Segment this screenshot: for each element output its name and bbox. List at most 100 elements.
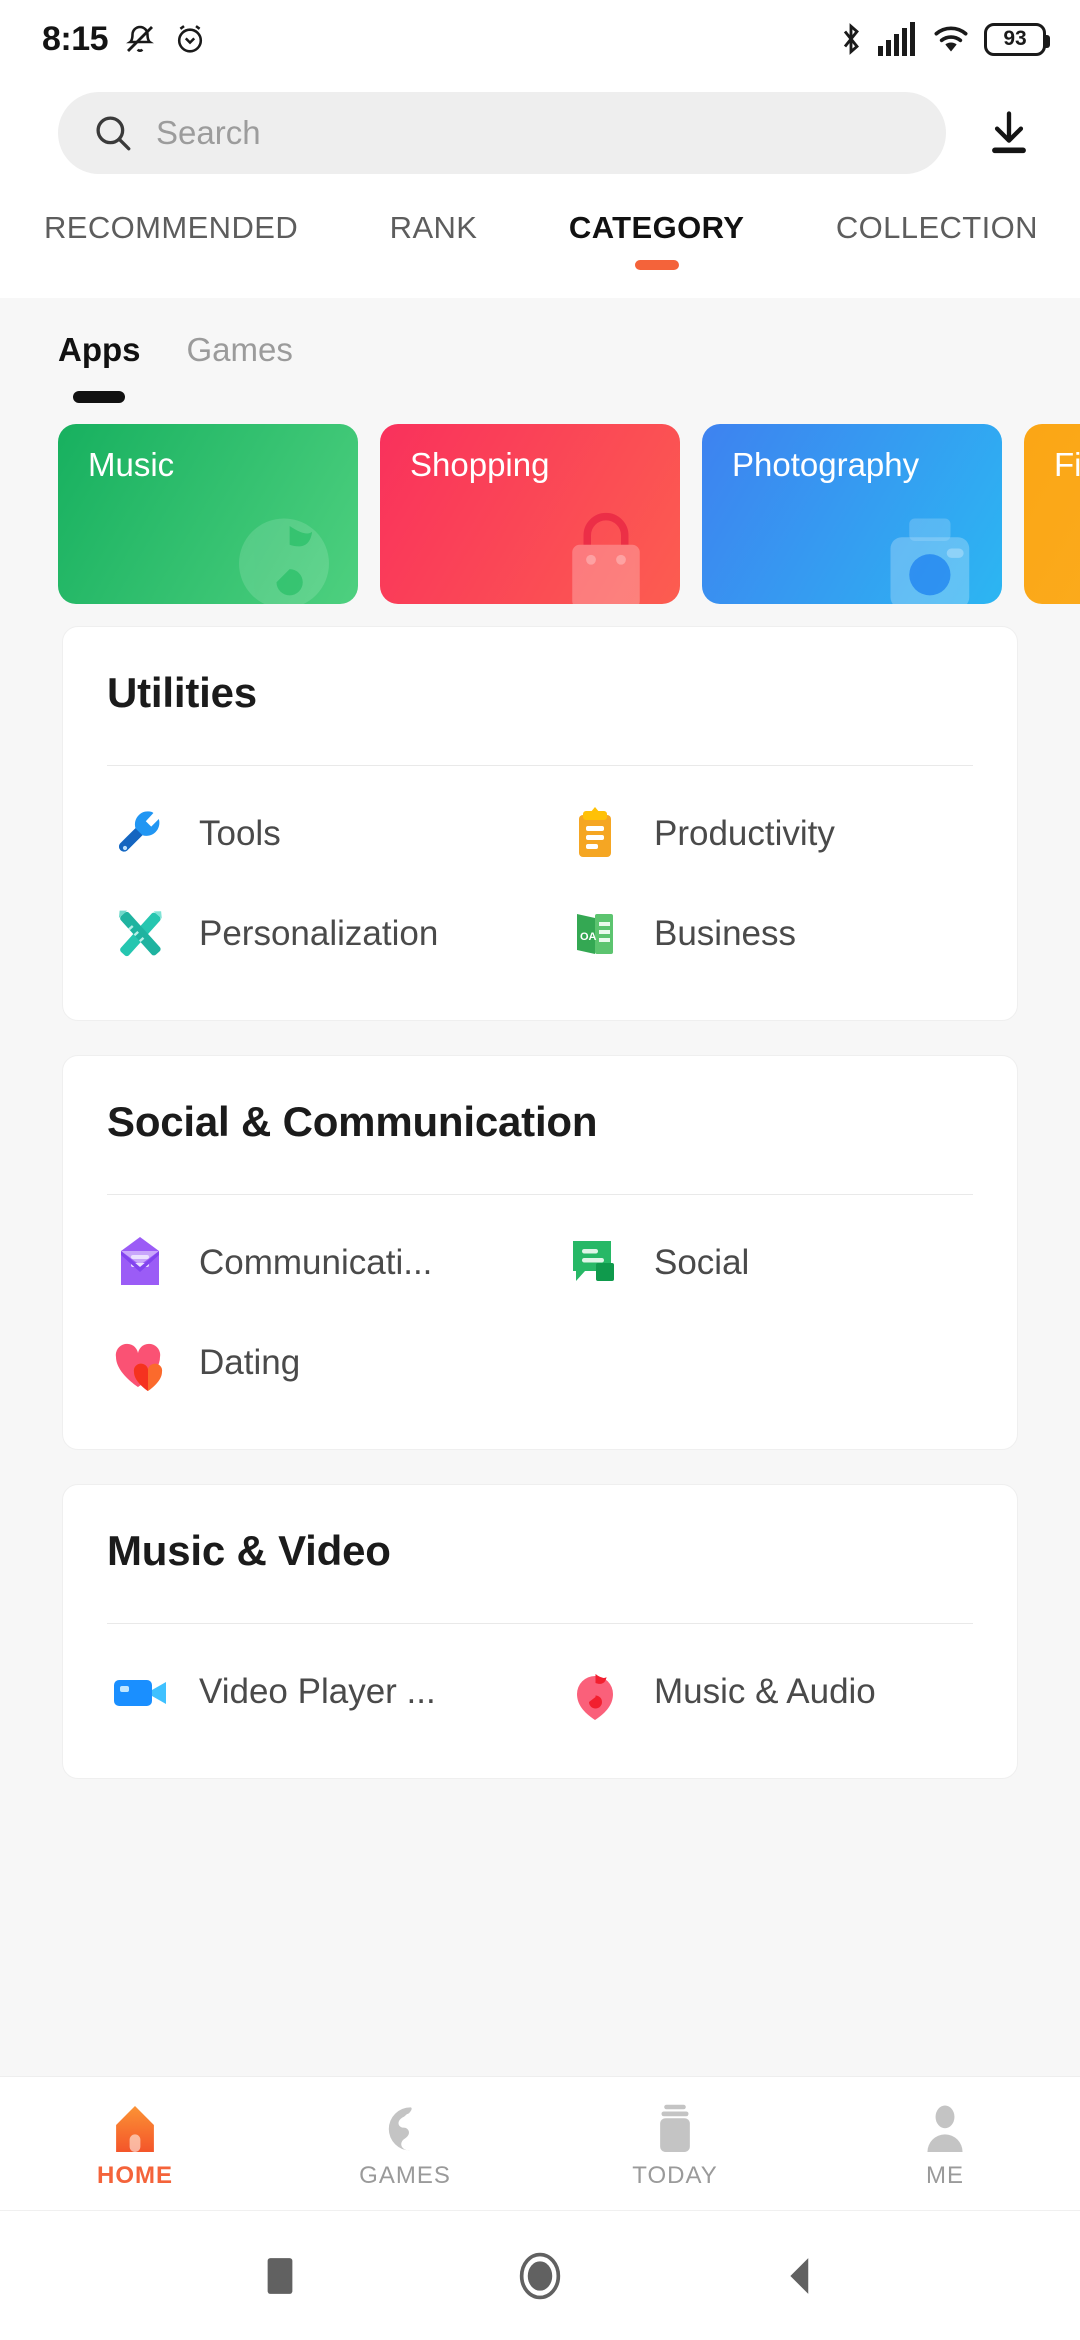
shopping-bag-icon — [546, 496, 666, 604]
category-item-label: Communicati... — [199, 1243, 432, 1283]
person-icon — [918, 2098, 972, 2156]
category-item-productivity[interactable]: Productivity — [562, 784, 1017, 884]
category-item-label: Tools — [199, 814, 281, 854]
section-title: Utilities — [63, 669, 1017, 717]
recents-square-icon — [263, 2254, 297, 2298]
section-utilities: Utilities Tools — [62, 626, 1018, 1021]
camera-icon — [868, 496, 988, 604]
section-grid: Tools Productivity — [63, 784, 1017, 984]
battery-percent: 93 — [1003, 27, 1026, 51]
category-item-label: Social — [654, 1243, 749, 1283]
category-item-communication[interactable]: Communicati... — [107, 1213, 562, 1313]
bottom-nav-home[interactable]: HOME — [0, 2098, 270, 2190]
tab-label: CATEGORY — [569, 210, 744, 246]
bottom-nav-label: GAMES — [359, 2162, 451, 2190]
music-note-red-icon — [562, 1659, 628, 1725]
games-icon — [378, 2098, 432, 2156]
envelope-icon — [107, 1230, 173, 1296]
music-note-icon — [224, 496, 344, 604]
tab-rank[interactable]: RANK — [382, 210, 486, 246]
featured-card-finance[interactable]: Fin — [1024, 424, 1080, 604]
category-item-dating[interactable]: Dating — [107, 1313, 562, 1413]
hearts-icon — [107, 1330, 173, 1396]
back-triangle-icon — [783, 2254, 817, 2298]
bottom-nav-label: TODAY — [632, 2162, 717, 2190]
bluetooth-icon — [837, 21, 865, 57]
today-icon — [648, 2098, 702, 2156]
bottom-nav-me[interactable]: ME — [810, 2098, 1080, 2190]
tab-label: RANK — [390, 210, 478, 246]
android-navigation-bar — [0, 2210, 1080, 2340]
featured-card-label: Music — [88, 446, 358, 484]
featured-category-strip[interactable]: Music Shopping Photography Fin — [0, 402, 1080, 626]
category-item-tools[interactable]: Tools — [107, 784, 562, 884]
bottom-navigation-bar: HOME GAMES TODAY ME — [0, 2076, 1080, 2210]
bottom-nav-label: ME — [926, 2162, 964, 2190]
home-circle-icon — [517, 2250, 563, 2302]
section-divider — [107, 1623, 973, 1624]
wrench-icon — [107, 801, 173, 867]
tab-collection[interactable]: COLLECTION — [828, 210, 1046, 246]
tab-recommended[interactable]: RECOMMENDED — [36, 210, 306, 246]
section-divider — [107, 1194, 973, 1195]
tab-category[interactable]: CATEGORY — [561, 210, 752, 246]
oa-book-icon: OA — [562, 901, 628, 967]
section-grid: Video Player ... Music & Audio — [63, 1642, 1017, 1742]
featured-card-label: Photography — [732, 446, 1002, 484]
featured-card-shopping[interactable]: Shopping — [380, 424, 680, 604]
category-item-business[interactable]: OA Business — [562, 884, 1017, 984]
home-button[interactable] — [505, 2241, 575, 2311]
search-row: Search — [0, 78, 1080, 188]
status-bar-left: 8:15 — [42, 20, 208, 59]
active-tab-indicator — [635, 260, 679, 270]
brush-ruler-icon — [107, 901, 173, 967]
section-grid: Communicati... Social — [63, 1213, 1017, 1413]
category-item-label: Productivity — [654, 814, 835, 854]
featured-card-photography[interactable]: Photography — [702, 424, 1002, 604]
alarm-icon — [172, 21, 208, 57]
search-icon — [92, 112, 134, 154]
category-item-music-audio[interactable]: Music & Audio — [562, 1642, 1017, 1742]
clipboard-icon — [562, 801, 628, 867]
bottom-nav-games[interactable]: GAMES — [270, 2098, 540, 2190]
category-item-label: Business — [654, 914, 796, 954]
tab-label: COLLECTION — [836, 210, 1038, 246]
category-item-social[interactable]: Social — [562, 1213, 1017, 1313]
mute-icon — [122, 21, 158, 57]
status-bar-clock: 8:15 — [42, 20, 108, 59]
tab-label: RECOMMENDED — [44, 210, 298, 246]
status-bar-right: 93 — [837, 21, 1046, 57]
section-music-video: Music & Video Video Player ... — [62, 1484, 1018, 1779]
camcorder-icon — [107, 1659, 173, 1725]
category-sections: Utilities Tools — [0, 626, 1080, 1779]
svg-text:OA: OA — [580, 931, 597, 943]
subtab-label: Apps — [58, 331, 141, 369]
search-placeholder: Search — [156, 114, 261, 152]
section-title: Music & Video — [63, 1527, 1017, 1575]
sub-tab-bar: Apps Games — [0, 298, 1080, 402]
cellular-signal-icon — [878, 22, 918, 56]
bottom-nav-label: HOME — [97, 2162, 173, 2190]
subtab-label: Games — [187, 331, 293, 369]
battery-icon: 93 — [984, 23, 1046, 56]
search-input[interactable]: Search — [58, 92, 946, 174]
category-item-label: Dating — [199, 1343, 300, 1383]
back-button[interactable] — [765, 2241, 835, 2311]
category-item-label: Video Player ... — [199, 1672, 436, 1712]
section-title: Social & Communication — [63, 1098, 1017, 1146]
status-bar: 8:15 93 — [0, 0, 1080, 78]
download-icon — [983, 107, 1035, 159]
chat-bubble-icon — [562, 1230, 628, 1296]
category-item-personalization[interactable]: Personalization — [107, 884, 562, 984]
scroll-fade — [0, 2042, 1080, 2076]
top-tab-bar: RECOMMENDED RANK CATEGORY COLLECTION — [0, 188, 1080, 298]
category-item-video-player[interactable]: Video Player ... — [107, 1642, 562, 1742]
active-subtab-indicator — [73, 391, 125, 403]
featured-card-music[interactable]: Music — [58, 424, 358, 604]
featured-card-label: Fin — [1054, 446, 1080, 484]
subtab-games[interactable]: Games — [187, 331, 293, 369]
downloads-button[interactable] — [972, 96, 1046, 170]
subtab-apps[interactable]: Apps — [58, 331, 141, 369]
bottom-nav-today[interactable]: TODAY — [540, 2098, 810, 2190]
recents-button[interactable] — [245, 2241, 315, 2311]
